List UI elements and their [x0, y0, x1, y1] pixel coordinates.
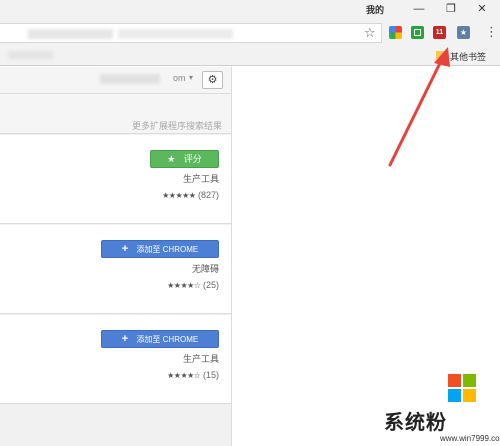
category-label: 生产工具	[182, 354, 219, 364]
web-store-results-panel: om ▾ ⚙ 更多扩展程序搜索结果 ★ 评分 生产工具 ★★★★★ (827) …	[0, 67, 232, 446]
rating-summary: ★★★★☆ (25)	[167, 280, 219, 290]
rating-stars: ★★★★★	[162, 191, 196, 200]
plus-icon: +	[121, 333, 129, 345]
green-extension-icon[interactable]	[411, 26, 424, 39]
category-label: 无障碍	[191, 264, 219, 274]
chevron-down-icon[interactable]: ▾	[189, 73, 193, 82]
chrome-menu-icon[interactable]: ⋮	[485, 24, 498, 40]
blurred-bookmark	[8, 51, 53, 59]
rating-count: (827)	[197, 190, 219, 200]
colorful-extension-icon[interactable]	[389, 26, 402, 39]
plus-icon: +	[121, 243, 129, 255]
more-results-row: 更多扩展程序搜索结果	[0, 94, 231, 134]
gear-icon: ⚙	[207, 74, 218, 86]
settings-button[interactable]: ⚙	[202, 71, 223, 89]
add-to-chrome-button[interactable]: + 添加至 CHROME	[101, 240, 219, 258]
watermark-url: www.win7999.com	[440, 434, 500, 443]
list-item[interactable]: + 添加至 CHROME 生产工具 ★★★★☆ (15)	[0, 315, 231, 404]
more-extension-results-link[interactable]: 更多扩展程序搜索结果	[132, 119, 222, 132]
bookmark-manager-extension-icon[interactable]: ★	[457, 26, 470, 39]
address-bar[interactable]: ☆	[0, 23, 382, 43]
store-header: om ▾ ⚙	[0, 67, 231, 94]
red-arrow-annotation	[388, 47, 450, 167]
watermark-brand: 系统粉	[384, 412, 447, 434]
list-item[interactable]: + 添加至 CHROME 无障碍 ★★★★☆ (25)	[0, 225, 231, 314]
rating-stars: ★★★★☆	[167, 371, 201, 380]
add-button-label: 添加至 CHROME	[136, 245, 199, 254]
blurred-account-email	[100, 74, 160, 84]
account-email-suffix[interactable]: om	[173, 73, 186, 83]
rating-count: (15)	[202, 370, 219, 380]
add-to-chrome-button[interactable]: + 添加至 CHROME	[101, 330, 219, 348]
star-icon: ★	[167, 154, 176, 164]
browser-toolbar: ☆ 11 ★ ⋮	[0, 20, 500, 46]
rating-summary: ★★★★☆ (15)	[167, 370, 219, 380]
rate-button[interactable]: ★ 评分	[150, 150, 219, 168]
bookmark-star-icon[interactable]: ☆	[364, 25, 376, 41]
add-button-label: 添加至 CHROME	[136, 335, 199, 344]
profile-name-label[interactable]: 我的	[366, 3, 384, 16]
rate-button-label: 评分	[183, 154, 202, 164]
red-extension-icon[interactable]: 11	[433, 26, 446, 39]
maximize-button[interactable]: ❐	[444, 2, 458, 16]
window-title-bar: 我的 — ❐ ✕	[0, 0, 500, 20]
close-button[interactable]: ✕	[475, 2, 489, 16]
rating-summary: ★★★★★ (827)	[162, 190, 219, 200]
rating-count: (25)	[202, 280, 219, 290]
category-label: 生产工具	[182, 174, 219, 184]
windows-logo-icon	[448, 374, 476, 402]
minimize-button[interactable]: —	[412, 2, 426, 16]
blurred-url-part	[28, 29, 113, 39]
rating-stars: ★★★★☆	[167, 281, 201, 290]
blurred-url-part	[118, 29, 233, 39]
list-item[interactable]: ★ 评分 生产工具 ★★★★★ (827)	[0, 135, 231, 224]
